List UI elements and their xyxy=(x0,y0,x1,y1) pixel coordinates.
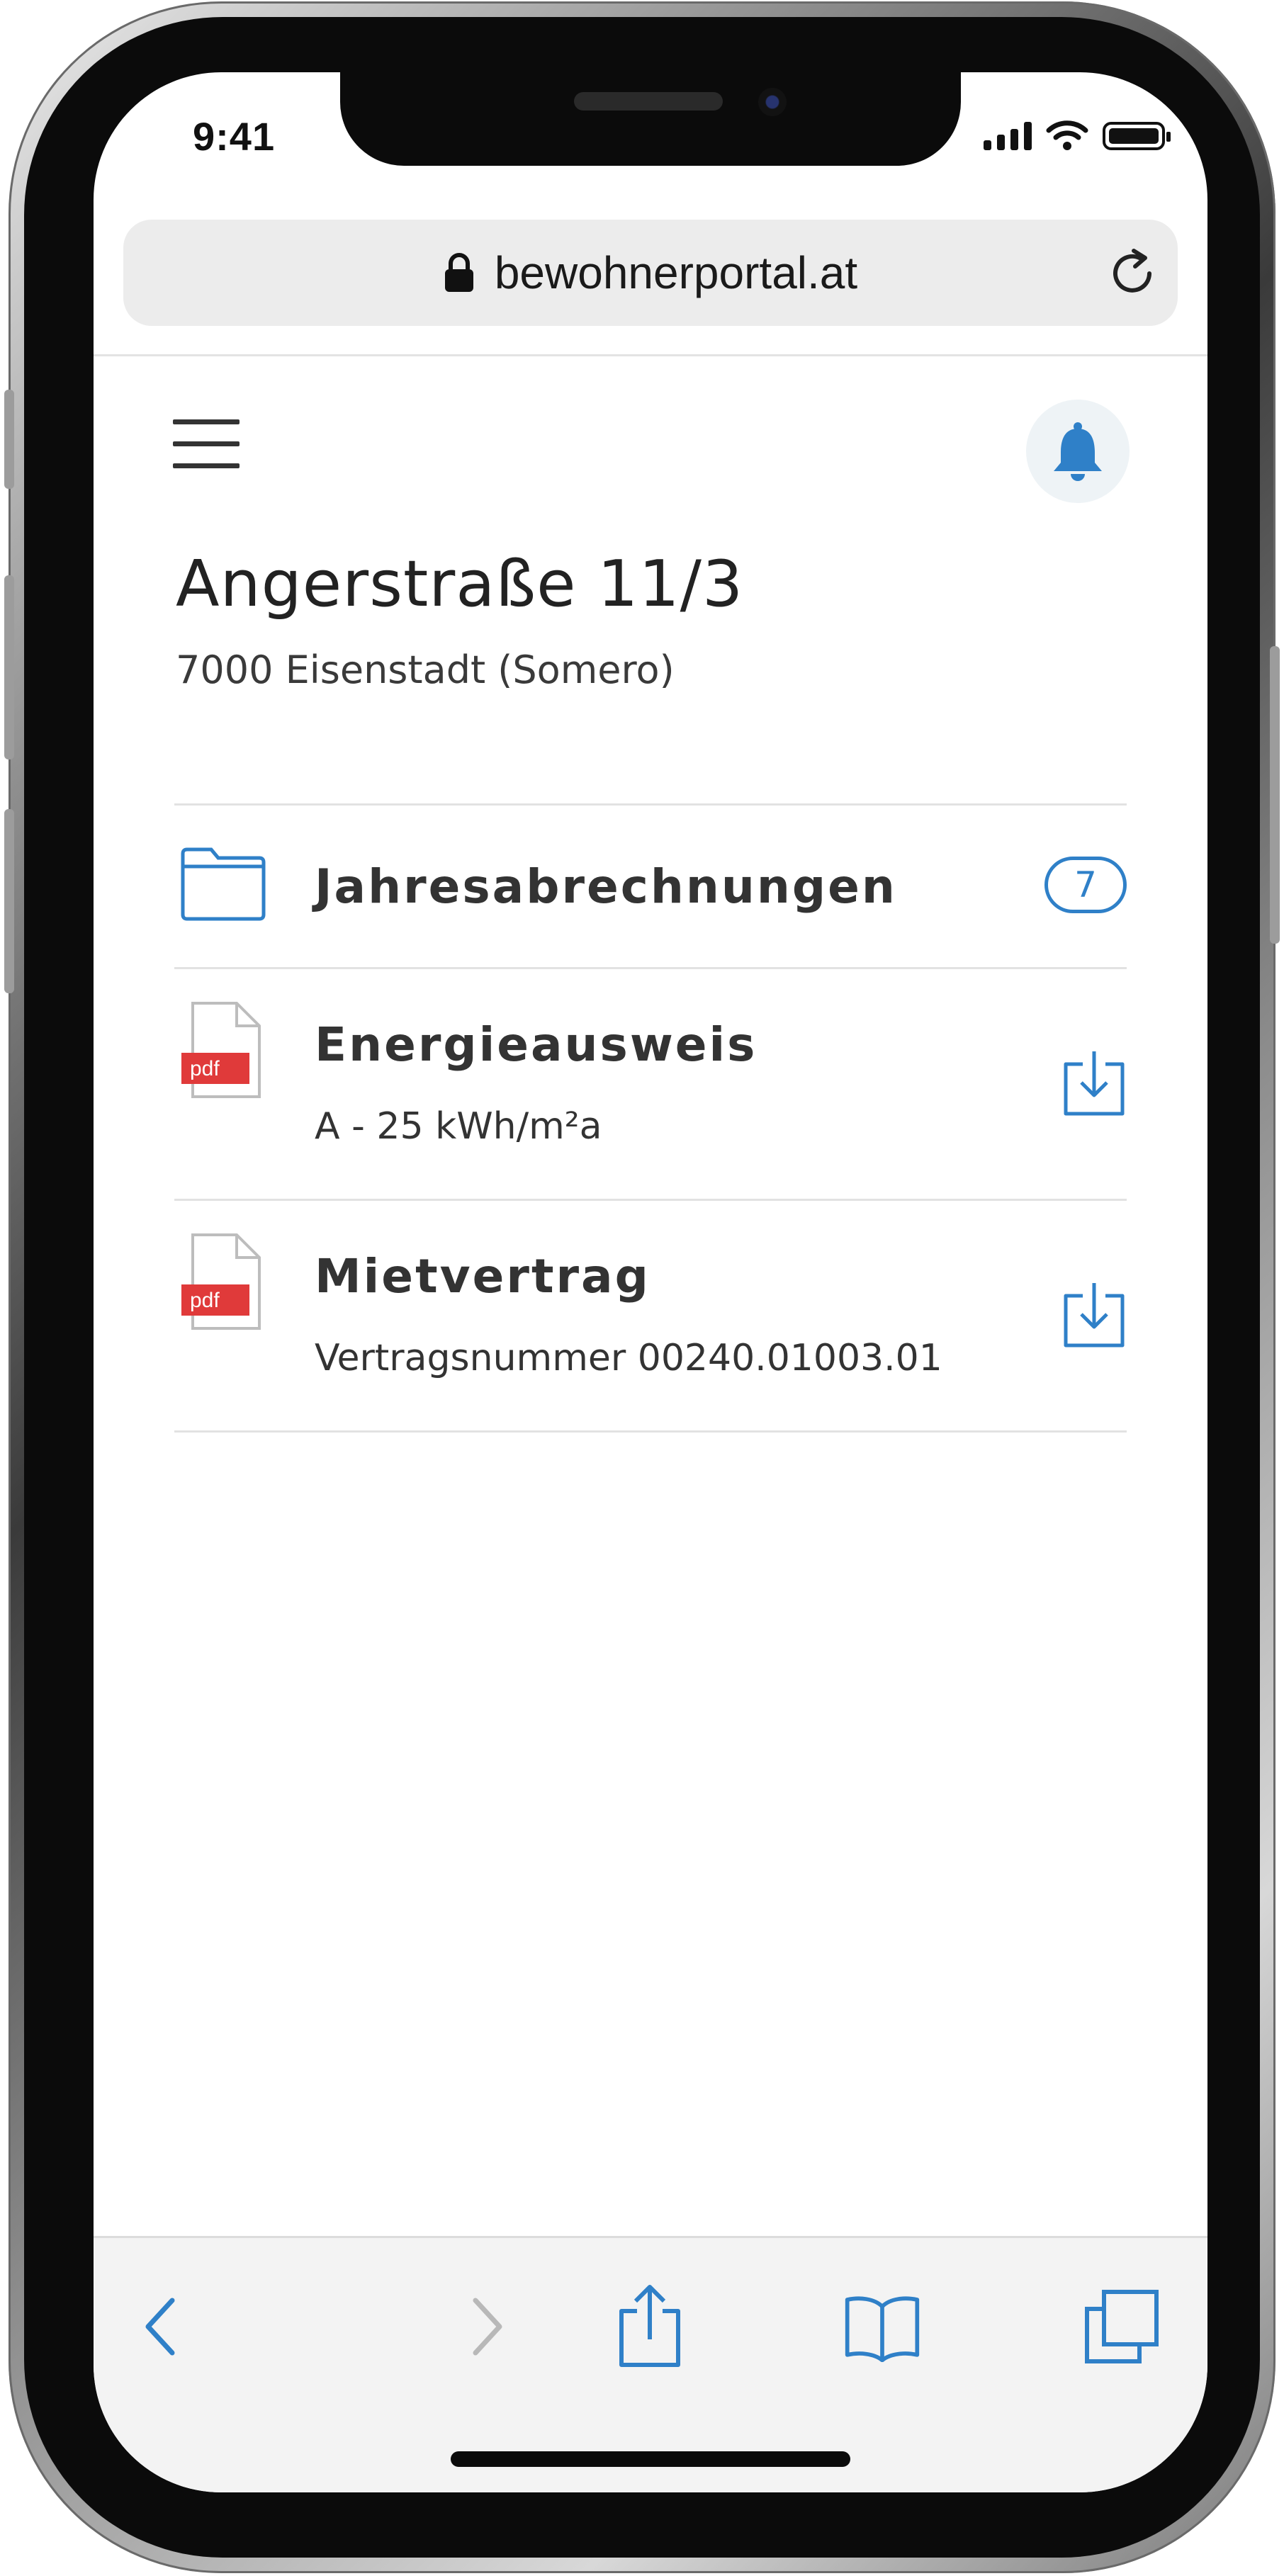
bookmarks-icon xyxy=(845,2296,920,2362)
back-icon xyxy=(145,2298,175,2356)
phone-frame: 9:41 bewohnerportal.at Angerstraße 11/3 … xyxy=(4,1,1280,2573)
download-icon[interactable] xyxy=(1061,1280,1127,1350)
item-title: Mietvertrag xyxy=(315,1249,651,1304)
volume-up-button xyxy=(4,575,14,759)
bookmarks-button[interactable] xyxy=(843,2288,921,2366)
menu-icon[interactable] xyxy=(173,419,240,469)
item-title: Energieausweis xyxy=(315,1017,758,1072)
mute-switch xyxy=(4,390,14,489)
status-time: 9:41 xyxy=(193,114,276,159)
item-title: Jahresabrechnungen xyxy=(315,859,897,914)
url-bar[interactable]: bewohnerportal.at xyxy=(123,220,1178,326)
tabs-button[interactable] xyxy=(1083,2288,1161,2366)
speaker-grille xyxy=(574,92,723,111)
item-subtitle: Vertragsnummer 00240.01003.01 xyxy=(315,1337,942,1379)
pdf-file-icon: pdf xyxy=(181,1002,261,1098)
url-bar-divider xyxy=(94,354,1207,356)
forward-button[interactable] xyxy=(448,2288,526,2366)
pdf-badge: pdf xyxy=(190,1289,220,1312)
screen: 9:41 bewohnerportal.at Angerstraße 11/3 … xyxy=(94,72,1207,2492)
page-subtitle: 7000 Eisenstadt (Somero) xyxy=(176,648,675,692)
back-button[interactable] xyxy=(122,2288,200,2366)
pdf-file-icon: pdf xyxy=(181,1233,261,1330)
status-icons xyxy=(984,119,1171,150)
signal-icon xyxy=(984,122,1032,150)
home-indicator[interactable] xyxy=(451,2451,850,2467)
battery-icon xyxy=(1103,122,1171,150)
item-subtitle: A - 25 kWh/m²a xyxy=(315,1105,602,1148)
url-text: bewohnerportal.at xyxy=(494,247,858,298)
notch xyxy=(340,72,961,166)
forward-icon xyxy=(473,2298,502,2356)
document-list: Jahresabrechnungen 7 pdf Energieausweis … xyxy=(174,803,1127,1433)
share-button[interactable] xyxy=(611,2285,689,2367)
page-title: Angerstraße 11/3 xyxy=(176,547,744,621)
volume-down-button xyxy=(4,809,14,993)
tabs-icon xyxy=(1085,2290,1159,2363)
share-icon xyxy=(619,2285,680,2367)
list-item-jahresabrechnungen[interactable]: Jahresabrechnungen 7 xyxy=(174,806,1127,969)
notifications-button[interactable] xyxy=(1026,400,1130,503)
download-icon[interactable] xyxy=(1061,1049,1127,1118)
reload-icon[interactable] xyxy=(1105,245,1161,300)
list-item-energieausweis[interactable]: pdf Energieausweis A - 25 kWh/m²a xyxy=(174,969,1127,1201)
pdf-badge: pdf xyxy=(190,1057,220,1080)
front-camera xyxy=(758,88,787,116)
bell-icon xyxy=(1054,422,1102,481)
lock-icon xyxy=(444,253,473,292)
list-item-mietvertrag[interactable]: pdf Mietvertrag Vertragsnummer 00240.010… xyxy=(174,1201,1127,1433)
folder-icon xyxy=(181,847,266,921)
count-badge: 7 xyxy=(1044,857,1127,913)
power-button xyxy=(1270,646,1280,944)
wifi-icon xyxy=(1046,120,1088,150)
